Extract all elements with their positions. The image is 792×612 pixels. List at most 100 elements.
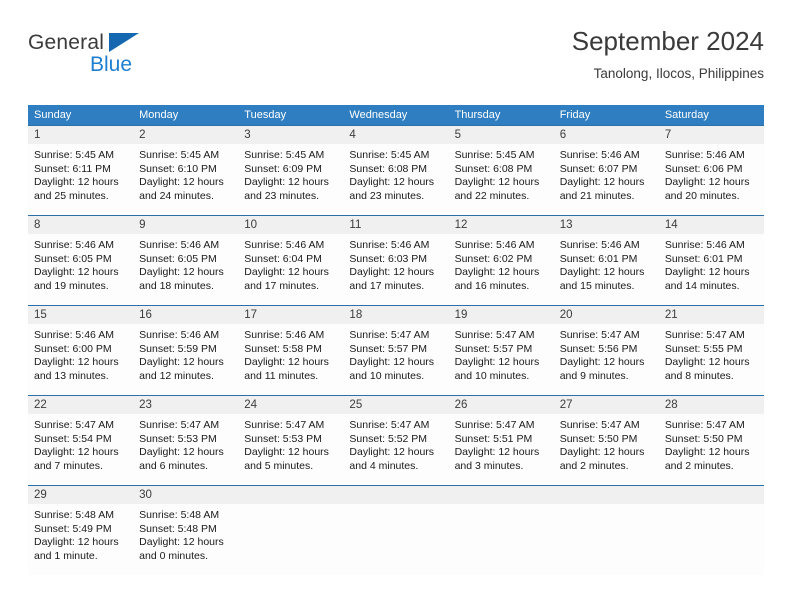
day-cell[interactable]: 19 Sunrise: 5:47 AM Sunset: 5:57 PM Dayligh… (448, 306, 554, 395)
sunset-text: Sunset: 5:54 PM (34, 432, 112, 445)
sunset-text: Sunset: 5:57 PM (349, 342, 428, 355)
day-number: 28 (658, 396, 764, 414)
day-cell[interactable]: 12 Sunrise: 5:46 AM Sunset: 6:02 PM Dayligh… (448, 216, 554, 305)
sunrise-text: Sunrise: 5:46 AM (559, 149, 640, 161)
day-cell[interactable]: 14 Sunrise: 5:46 AM Sunset: 6:01 PM Dayligh… (658, 216, 764, 305)
week-row: 29 Sunrise: 5:48 AM Sunset: 5:49 PM Dayligh… (28, 485, 764, 575)
daylight-text-line2: and 5 minutes. (244, 459, 314, 472)
day-number: 19 (448, 306, 554, 324)
sunrise-text: Sunrise: 5:46 AM (139, 329, 220, 341)
day-cell[interactable]: 1 Sunrise: 5:45 AM Sunset: 6:11 PM Daylight… (28, 126, 134, 215)
daylight-text-line1: Daylight: 12 hours (349, 176, 435, 189)
day-cell[interactable]: 9 Sunrise: 5:46 AM Sunset: 6:05 PM Daylight… (133, 216, 239, 305)
day-number: 12 (448, 216, 554, 234)
page-header: General Blue September 2024 Tanolong, Il… (28, 24, 764, 96)
day-cell[interactable]: 10 Sunrise: 5:46 AM Sunset: 6:04 PM Dayligh… (238, 216, 344, 305)
daylight-text-line1: Daylight: 12 hours (454, 176, 540, 189)
weekday-header-row: Sunday Monday Tuesday Wednesday Thursday… (28, 105, 764, 125)
day-cell[interactable]: 24 Sunrise: 5:47 AM Sunset: 5:53 PM Dayligh… (238, 396, 344, 485)
day-cell-empty (658, 486, 764, 575)
day-number: 4 (343, 126, 449, 144)
day-cell[interactable]: 16 Sunrise: 5:46 AM Sunset: 5:59 PM Dayligh… (133, 306, 239, 395)
daylight-text-line2: and 10 minutes. (454, 369, 530, 382)
brand-logo-top-row: General (28, 30, 248, 56)
day-cell[interactable]: 15 Sunrise: 5:46 AM Sunset: 6:00 PM Dayligh… (28, 306, 134, 395)
sunset-text: Sunset: 5:57 PM (454, 342, 533, 355)
day-cell[interactable]: 23 Sunrise: 5:47 AM Sunset: 5:53 PM Dayligh… (133, 396, 239, 485)
weekday-header-thursday: Thursday (454, 109, 501, 121)
sunset-text: Sunset: 5:55 PM (664, 342, 743, 355)
sunrise-text: Sunrise: 5:47 AM (664, 329, 745, 341)
day-details: Sunrise: 5:47 AM Sunset: 5:51 PM Daylight:… (449, 414, 554, 473)
day-details: Sunrise: 5:45 AM Sunset: 6:08 PM Daylight:… (449, 144, 554, 203)
day-details: Sunrise: 5:46 AM Sunset: 5:59 PM Daylight:… (133, 324, 238, 383)
daylight-text-line2: and 16 minutes. (454, 279, 530, 292)
sunset-text: Sunset: 6:11 PM (34, 162, 111, 175)
day-number: 30 (133, 486, 239, 504)
day-cell[interactable]: 5 Sunrise: 5:45 AM Sunset: 6:08 PM Daylight… (448, 126, 554, 215)
day-cell[interactable]: 6 Sunrise: 5:46 AM Sunset: 6:07 PM Daylight… (553, 126, 659, 215)
day-cell[interactable]: 2 Sunrise: 5:45 AM Sunset: 6:10 PM Daylight… (133, 126, 239, 215)
day-cell[interactable]: 18 Sunrise: 5:47 AM Sunset: 5:57 PM Dayligh… (343, 306, 449, 395)
daylight-text-line1: Daylight: 12 hours (139, 176, 224, 189)
day-number (658, 486, 764, 504)
daylight-text-line2: and 12 minutes. (139, 369, 214, 382)
sunset-text: Sunset: 6:04 PM (244, 252, 322, 265)
sunset-text: Sunset: 5:56 PM (559, 342, 638, 355)
day-cell[interactable]: 20 Sunrise: 5:47 AM Sunset: 5:56 PM Dayligh… (553, 306, 659, 395)
day-details: Sunrise: 5:47 AM Sunset: 5:50 PM Daylight:… (659, 414, 764, 473)
weekday-header-saturday: Saturday (664, 109, 709, 121)
sunrise-text: Sunrise: 5:46 AM (34, 329, 114, 341)
sunrise-text: Sunrise: 5:46 AM (664, 239, 745, 251)
day-number: 29 (28, 486, 134, 504)
daylight-text-line1: Daylight: 12 hours (349, 446, 435, 459)
day-number: 25 (343, 396, 449, 414)
day-number: 26 (448, 396, 554, 414)
day-cell[interactable]: 8 Sunrise: 5:46 AM Sunset: 6:05 PM Daylight… (28, 216, 134, 305)
daylight-text-line1: Daylight: 12 hours (139, 446, 224, 459)
day-cell[interactable]: 11 Sunrise: 5:46 AM Sunset: 6:03 PM Dayligh… (343, 216, 449, 305)
brand-name-blue: Blue (90, 53, 133, 76)
daylight-text-line1: Daylight: 12 hours (139, 356, 224, 369)
day-cell-empty (343, 486, 449, 575)
day-number: 1 (28, 126, 134, 144)
day-cell[interactable]: 17 Sunrise: 5:46 AM Sunset: 5:58 PM Dayligh… (238, 306, 344, 395)
day-details: Sunrise: 5:46 AM Sunset: 6:03 PM Daylight:… (343, 234, 448, 293)
daylight-text-line1: Daylight: 12 hours (559, 266, 645, 279)
daylight-text-line1: Daylight: 12 hours (34, 536, 119, 549)
day-cell[interactable]: 22 Sunrise: 5:47 AM Sunset: 5:54 PM Dayligh… (28, 396, 134, 485)
page-title: September 2024 (571, 26, 764, 56)
day-cell[interactable]: 4 Sunrise: 5:45 AM Sunset: 6:08 PM Daylight… (343, 126, 449, 215)
day-details: Sunrise: 5:47 AM Sunset: 5:53 PM Daylight:… (238, 414, 343, 473)
daylight-text-line1: Daylight: 12 hours (349, 266, 435, 279)
day-number: 23 (133, 396, 239, 414)
day-cell[interactable]: 21 Sunrise: 5:47 AM Sunset: 5:55 PM Dayligh… (658, 306, 764, 395)
day-details: Sunrise: 5:46 AM Sunset: 6:01 PM Daylight:… (554, 234, 659, 293)
weekday-header-sunday: Sunday (34, 109, 72, 121)
sunset-text: Sunset: 5:58 PM (244, 342, 322, 355)
location-subtitle: Tanolong, Ilocos, Philippines (593, 66, 764, 81)
day-cell[interactable]: 7 Sunrise: 5:46 AM Sunset: 6:06 PM Daylight… (658, 126, 764, 215)
day-details: Sunrise: 5:47 AM Sunset: 5:56 PM Daylight:… (554, 324, 659, 383)
day-cell[interactable]: 27 Sunrise: 5:47 AM Sunset: 5:50 PM Dayligh… (553, 396, 659, 485)
day-details: Sunrise: 5:47 AM Sunset: 5:50 PM Daylight:… (554, 414, 659, 473)
sunrise-text: Sunrise: 5:46 AM (349, 239, 430, 251)
sunrise-text: Sunrise: 5:47 AM (34, 419, 114, 431)
day-cell[interactable]: 30 Sunrise: 5:48 AM Sunset: 5:48 PM Dayligh… (133, 486, 239, 575)
daylight-text-line2: and 14 minutes. (664, 279, 740, 292)
day-cell[interactable]: 29 Sunrise: 5:48 AM Sunset: 5:49 PM Dayligh… (28, 486, 134, 575)
sunrise-text: Sunrise: 5:47 AM (454, 419, 535, 431)
day-cell[interactable]: 26 Sunrise: 5:47 AM Sunset: 5:51 PM Dayligh… (448, 396, 554, 485)
day-cell[interactable]: 25 Sunrise: 5:47 AM Sunset: 5:52 PM Dayligh… (343, 396, 449, 485)
day-cell[interactable]: 3 Sunrise: 5:45 AM Sunset: 6:09 PM Daylight… (238, 126, 344, 215)
week-row: 15 Sunrise: 5:46 AM Sunset: 6:00 PM Dayligh… (28, 305, 764, 395)
day-details: Sunrise: 5:47 AM Sunset: 5:52 PM Daylight:… (343, 414, 448, 473)
daylight-text-line2: and 18 minutes. (139, 279, 214, 292)
day-cell[interactable]: 13 Sunrise: 5:46 AM Sunset: 6:01 PM Dayligh… (553, 216, 659, 305)
sunrise-text: Sunrise: 5:47 AM (559, 419, 640, 431)
day-cell[interactable]: 28 Sunrise: 5:47 AM Sunset: 5:50 PM Dayligh… (658, 396, 764, 485)
day-number: 8 (28, 216, 134, 234)
triangle-logo-icon (109, 33, 139, 52)
day-details: Sunrise: 5:47 AM Sunset: 5:57 PM Daylight:… (343, 324, 448, 383)
daylight-text-line1: Daylight: 12 hours (244, 176, 329, 189)
